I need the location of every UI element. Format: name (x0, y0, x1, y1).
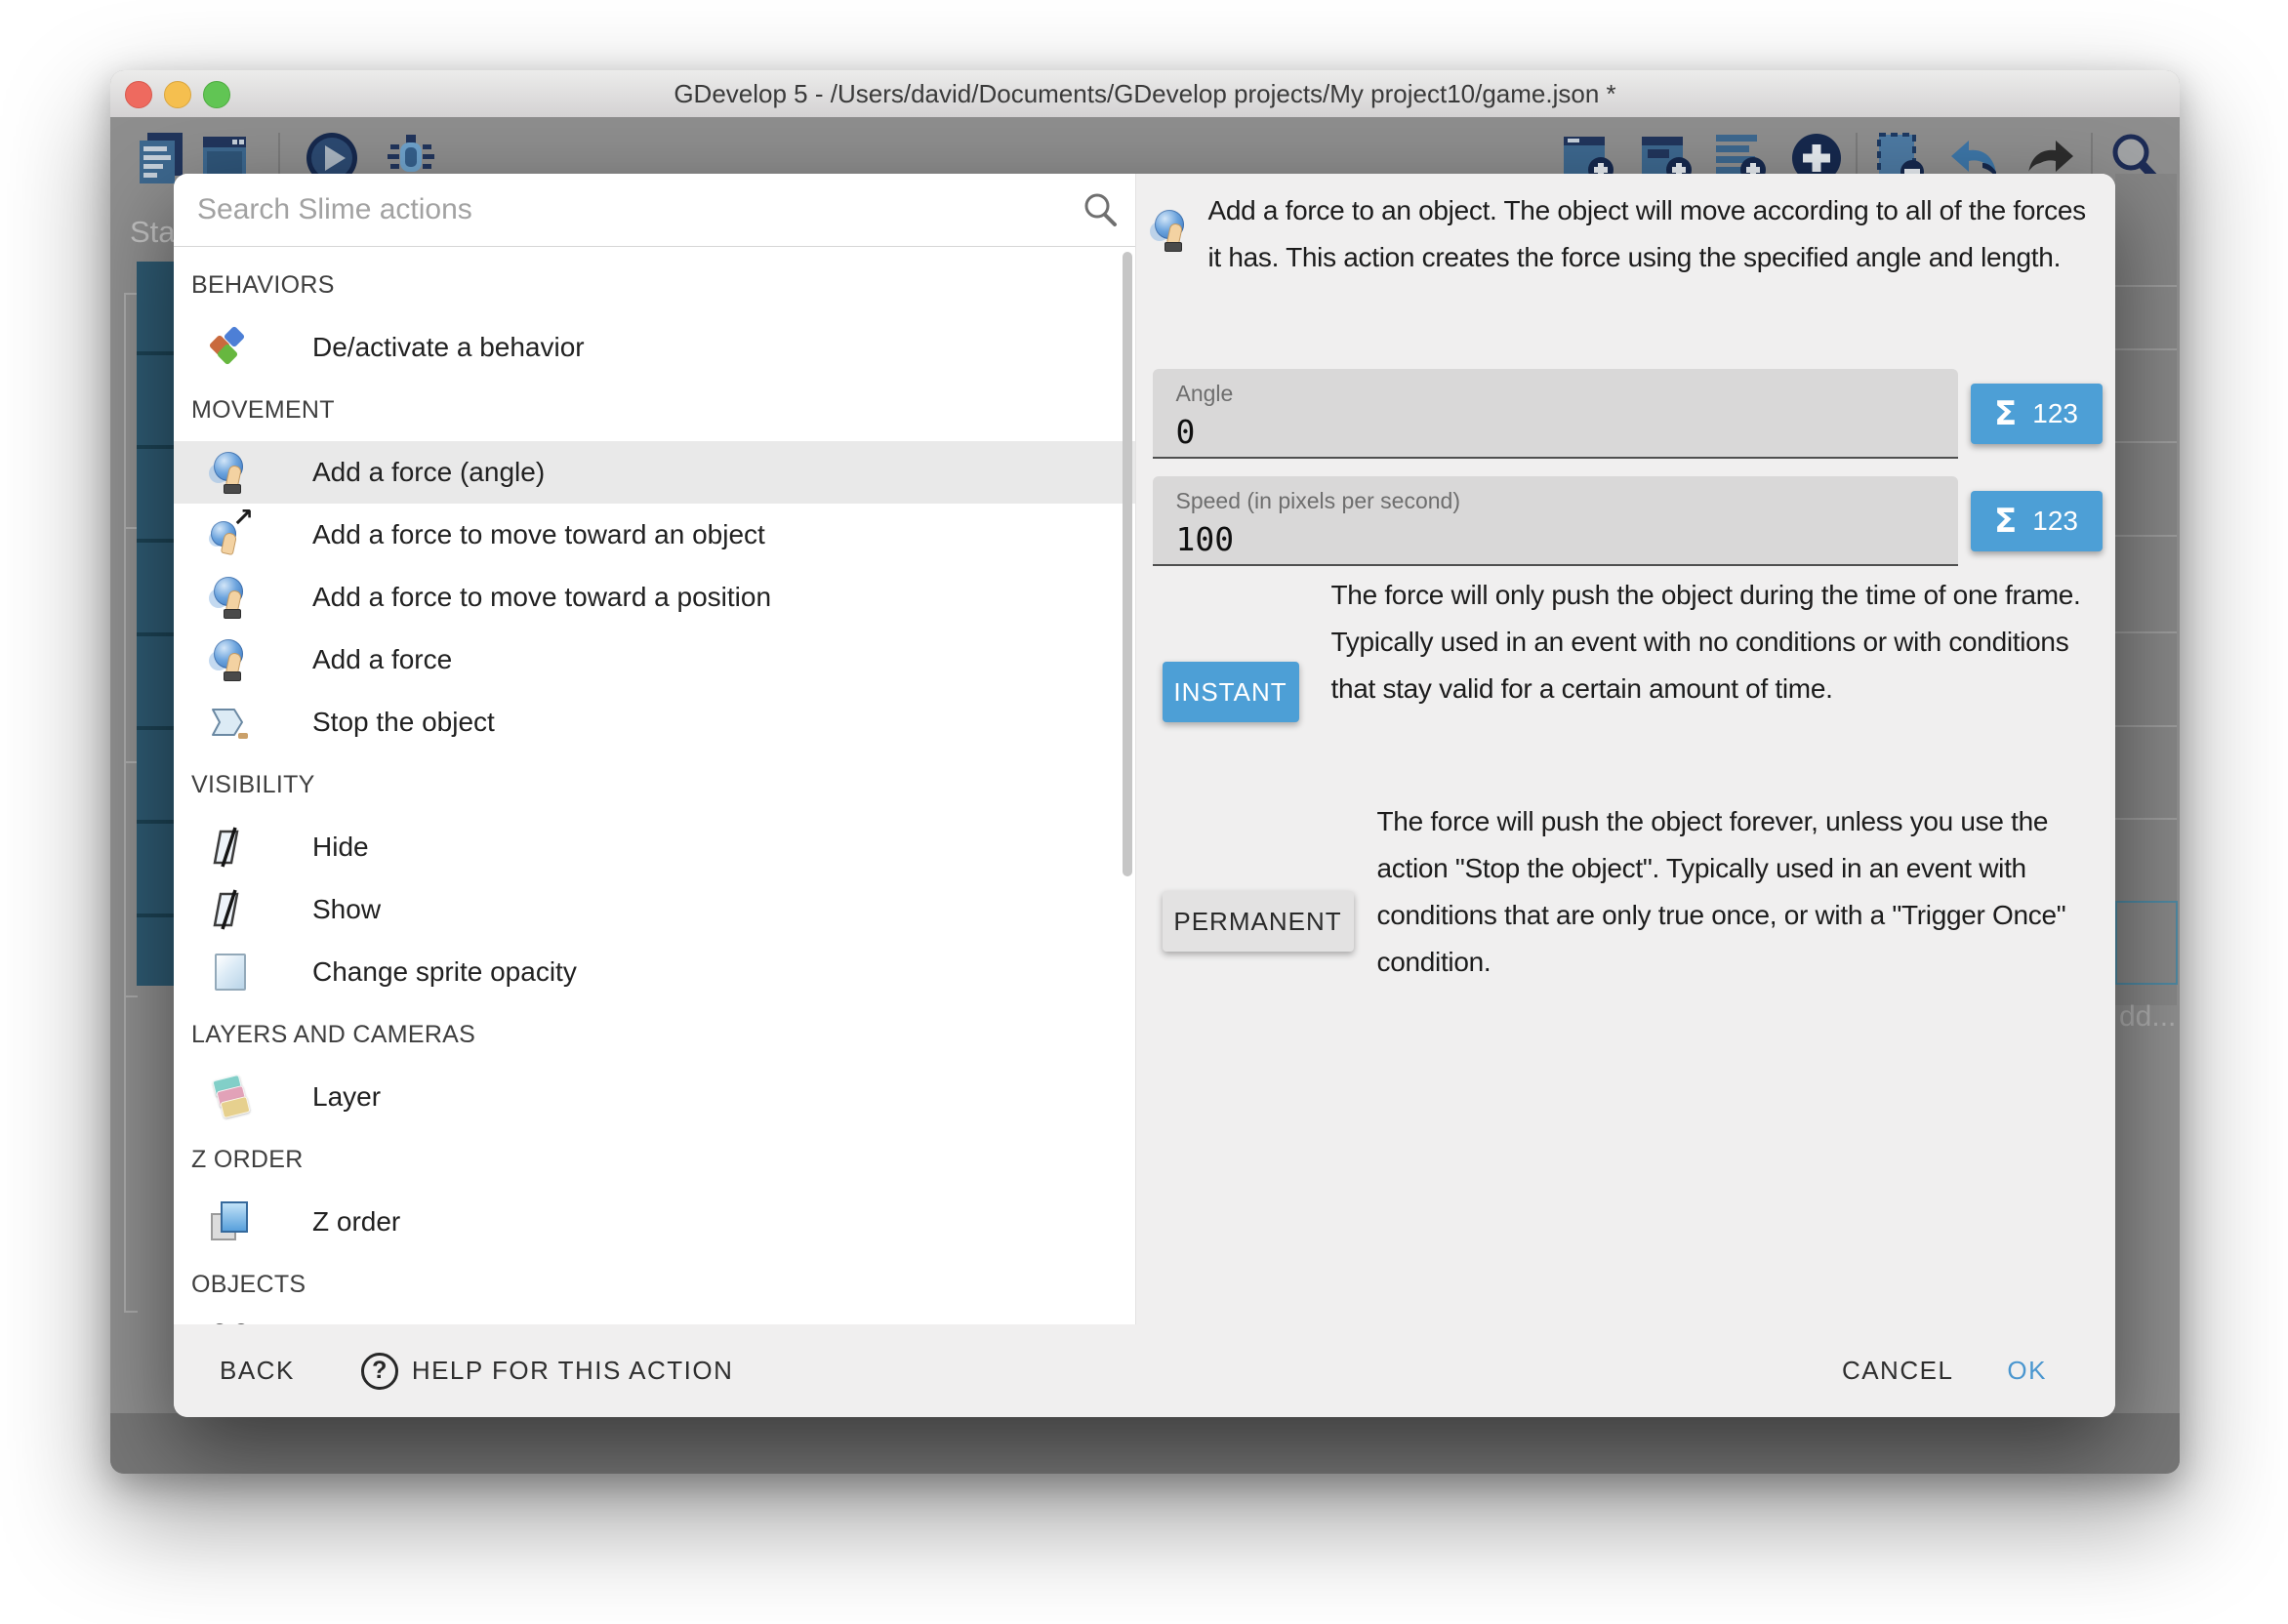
behavior-icon (209, 326, 252, 369)
action-item-change-opacity[interactable]: Change sprite opacity (174, 941, 1135, 1003)
app-content-dimmed: Sta dd... (110, 117, 2180, 1474)
list-scrollbar[interactable] (1123, 252, 1132, 876)
sigma-icon: Σ (1994, 394, 2017, 433)
help-button[interactable]: HELP FOR THIS ACTION (412, 1356, 734, 1386)
action-detail-panel: Add a force to an object. The object wil… (1135, 174, 2116, 1324)
event-rows-dimmed (137, 262, 174, 986)
action-item-hide[interactable]: Hide (174, 816, 1135, 878)
instant-mode-description: The force will only push the object duri… (1331, 572, 2103, 712)
action-description: Add a force to an object. The object wil… (1208, 187, 2092, 281)
permanent-mode-description: The force will push the object forever, … (1377, 798, 2109, 986)
action-chooser-dialog: BEHAVIORS De/activate a behavior MOVEMEN… (174, 174, 2115, 1417)
angle-field[interactable]: Angle 0 (1153, 369, 1958, 459)
instant-mode-button[interactable]: INSTANT (1163, 662, 1299, 722)
force-icon (209, 638, 252, 681)
stop-icon (209, 701, 252, 744)
search-input[interactable] (195, 192, 1081, 227)
event-tree-line (124, 293, 126, 1313)
window-title: GDevelop 5 - /Users/david/Documents/GDev… (110, 70, 2180, 117)
scene-tab-partial: Sta (130, 215, 175, 250)
action-item-add-force-angle[interactable]: Add a force (angle) (174, 441, 1135, 504)
macos-window: GDevelop 5 - /Users/david/Documents/GDev… (110, 70, 2180, 1474)
action-item-z-order[interactable]: Z order (174, 1191, 1135, 1253)
action-item-deactivate-behavior[interactable]: De/activate a behavior (174, 316, 1135, 379)
show-icon (209, 888, 252, 931)
section-header-behaviors: BEHAVIORS (174, 254, 1135, 316)
speed-field[interactable]: Speed (in pixels per second) 100 (1153, 476, 1958, 566)
section-header-visibility: VISIBILITY (174, 753, 1135, 816)
action-item-add-force[interactable]: Add a force (174, 629, 1135, 691)
action-item-layer[interactable]: Layer (174, 1066, 1135, 1128)
sigma-icon: Σ (1994, 502, 2017, 541)
force-icon (209, 576, 252, 619)
actions-list-panel: BEHAVIORS De/activate a behavior MOVEMEN… (174, 174, 1135, 1324)
action-item-force-toward-object[interactable]: ↗ Add a force to move toward an object (174, 504, 1135, 566)
actions-list: BEHAVIORS De/activate a behavior MOVEMEN… (174, 246, 1135, 1324)
layers-icon (209, 1076, 252, 1118)
section-header-objects: OBJECTS (174, 1253, 1135, 1316)
ok-button[interactable]: OK (2007, 1356, 2047, 1386)
opacity-icon (209, 951, 252, 994)
search-icon (1081, 190, 1120, 229)
angle-expression-button[interactable]: Σ 123 (1971, 384, 2103, 444)
empty-event-outline (2115, 901, 2178, 985)
hide-icon (209, 826, 252, 869)
action-item-force-toward-position[interactable]: Add a force to move toward a position (174, 566, 1135, 629)
section-header-movement: MOVEMENT (174, 379, 1135, 441)
cancel-button[interactable]: CANCEL (1842, 1356, 1953, 1386)
event-rows-dimmed-right (2115, 174, 2177, 1005)
help-icon[interactable]: ? (361, 1353, 398, 1390)
action-item-show[interactable]: Show (174, 878, 1135, 941)
titlebar: GDevelop 5 - /Users/david/Documents/GDev… (110, 70, 2180, 118)
add-button-partial: dd... (2119, 1000, 2176, 1034)
force-toward-object-icon: ↗ (209, 513, 252, 556)
clipped-list-item (174, 1316, 1135, 1324)
search-bar (174, 174, 1135, 247)
permanent-mode-button[interactable]: PERMANENT (1163, 891, 1354, 952)
back-button[interactable]: BACK (220, 1356, 295, 1386)
action-item-stop-object[interactable]: Stop the object (174, 691, 1135, 753)
force-icon (1150, 209, 1193, 252)
force-icon (209, 451, 252, 494)
speed-expression-button[interactable]: Σ 123 (1971, 491, 2103, 551)
section-header-layers-cameras: LAYERS AND CAMERAS (174, 1003, 1135, 1066)
dialog-footer: BACK ? HELP FOR THIS ACTION CANCEL OK (174, 1324, 2115, 1417)
z-order-icon (209, 1200, 252, 1243)
section-header-z-order: Z ORDER (174, 1128, 1135, 1191)
